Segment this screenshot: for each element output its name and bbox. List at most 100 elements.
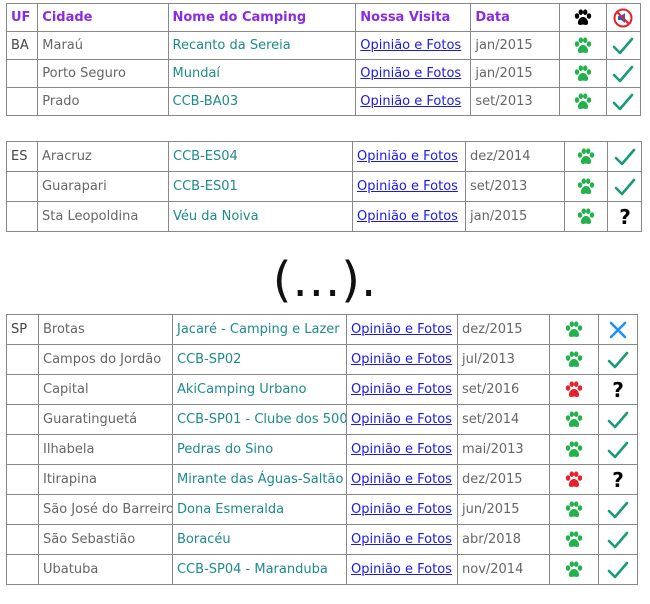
cross-icon [600, 320, 637, 340]
status-cell [598, 404, 638, 435]
opinion-photos-link[interactable]: Opinião e Fotos [351, 352, 452, 367]
header-cidade: Cidade [37, 3, 169, 32]
paw-icon [551, 380, 598, 399]
paw-cell [564, 201, 608, 232]
date-cell: jun/2015 [457, 494, 550, 525]
check-icon [600, 410, 637, 430]
uf-cell [6, 494, 39, 525]
camping-name-cell: Dona Esmeralda [172, 494, 347, 525]
check-icon [607, 92, 639, 112]
visit-cell: Opinião e Fotos [346, 344, 458, 375]
status-cell [607, 171, 642, 202]
opinion-photos-link[interactable]: Opinião e Fotos [360, 66, 461, 81]
visit-cell: Opinião e Fotos [346, 434, 458, 465]
header-uf: UF [5, 3, 39, 32]
camping-name-cell: Pedras do Sino [172, 434, 347, 465]
opinion-photos-link[interactable]: Opinião e Fotos [351, 412, 452, 427]
status-cell [598, 494, 638, 525]
table-row: Guarapari CCB-ES01 Opinião e Fotos set/2013 [6, 171, 642, 202]
paw-icon [566, 147, 607, 166]
uf-cell [6, 374, 39, 405]
table-row: Guaratinguetá CCB-SP01 - Clube dos 500 Opi… [6, 404, 638, 435]
table-row: São José do Barreiro Dona Esmeralda Opiniã… [6, 494, 638, 525]
visit-cell: Opinião e Fotos [352, 171, 466, 202]
no-sound-icon [613, 8, 633, 27]
table-row: Capital AkiCamping Urbano Opinião e Fotos s… [6, 374, 638, 405]
camping-name-cell: Boracéu [172, 524, 347, 555]
camping-name-cell: CCB-ES04 [168, 141, 353, 172]
opinion-photos-link[interactable]: Opinião e Fotos [351, 322, 452, 337]
uf-cell [6, 344, 39, 375]
date-cell: mai/2013 [457, 434, 550, 465]
camping-name-cell: Mundaí [167, 59, 357, 88]
camping-name-cell: CCB-ES01 [168, 171, 353, 202]
paw-cell [549, 464, 599, 495]
check-icon [600, 500, 637, 520]
paw-icon [566, 177, 607, 196]
opinion-photos-link[interactable]: Opinião e Fotos [360, 94, 461, 109]
visit-cell: Opinião e Fotos [346, 374, 458, 405]
check-icon [609, 177, 641, 197]
table-row: Prado CCB-BA03 Opinião e Fotos set/2013 [5, 87, 642, 116]
opinion-photos-link[interactable]: Opinião e Fotos [357, 209, 458, 224]
opinion-photos-link[interactable]: Opinião e Fotos [360, 38, 461, 53]
opinion-photos-link[interactable]: Opinião e Fotos [351, 562, 452, 577]
header-visita: Nossa Visita [355, 3, 472, 32]
camping-table-ba: UF Cidade Nome do Camping Nossa Visita D… [5, 3, 642, 116]
camping-name-cell: CCB-SP02 [172, 344, 347, 375]
opinion-photos-link[interactable]: Opinião e Fotos [351, 532, 452, 547]
opinion-photos-link[interactable]: Opinião e Fotos [351, 502, 452, 517]
opinion-photos-link[interactable]: Opinião e Fotos [351, 382, 452, 397]
uf-cell [5, 59, 39, 88]
paw-cell [559, 87, 607, 116]
city-cell: Ubatuba [38, 554, 173, 585]
camping-table-es: ES Aracruz CCB-ES04 Opinião e Fotos dez/2014… [6, 141, 642, 232]
check-icon [600, 350, 637, 370]
uf-cell [6, 434, 39, 465]
table-row: São Sebastião Boracéu Opinião e Fotos abr/2… [6, 524, 638, 555]
date-cell: set/2013 [470, 87, 561, 116]
paw-icon [551, 350, 598, 369]
table-row: SP Brotas Jacaré - Camping e Lazer Opinião … [6, 314, 638, 345]
question-icon: ? [600, 469, 637, 491]
date-cell: dez/2015 [457, 314, 550, 345]
city-cell: Maraú [37, 31, 169, 60]
visit-cell: Opinião e Fotos [346, 464, 458, 495]
header-nome: Nome do Camping [167, 3, 357, 32]
date-cell: dez/2014 [465, 141, 565, 172]
date-cell: set/2013 [465, 171, 565, 202]
date-cell: jan/2015 [470, 59, 561, 88]
paw-cell [559, 59, 607, 88]
paw-icon [551, 320, 598, 339]
city-cell: Guarapari [37, 171, 169, 202]
city-cell: Campos do Jordão [38, 344, 173, 375]
paw-cell [559, 31, 607, 60]
status-cell [598, 554, 638, 585]
status-cell: ? [607, 201, 642, 232]
date-cell: jan/2015 [465, 201, 565, 232]
question-icon: ? [600, 379, 637, 401]
paw-icon [561, 8, 605, 27]
opinion-photos-link[interactable]: Opinião e Fotos [351, 442, 452, 457]
city-cell: Ilhabela [38, 434, 173, 465]
date-cell: abr/2018 [457, 524, 550, 555]
visit-cell: Opinião e Fotos [352, 141, 466, 172]
uf-cell [6, 554, 39, 585]
city-cell: Sta Leopoldina [37, 201, 169, 232]
header-paw-cell [559, 3, 607, 32]
check-icon [600, 560, 637, 580]
status-cell [605, 87, 642, 116]
paw-cell [564, 141, 608, 172]
paw-icon [551, 560, 598, 579]
status-cell [607, 141, 642, 172]
opinion-photos-link[interactable]: Opinião e Fotos [351, 472, 452, 487]
table-row: Itirapina Mirante das Águas-Saltão Opinião… [6, 464, 638, 495]
paw-icon [551, 410, 598, 429]
uf-cell [6, 464, 39, 495]
opinion-photos-link[interactable]: Opinião e Fotos [357, 179, 458, 194]
table-row: Ubatuba CCB-SP04 - Maranduba Opinião e Fot… [6, 554, 638, 585]
camping-table-sp: SP Brotas Jacaré - Camping e Lazer Opinião … [6, 314, 638, 585]
opinion-photos-link[interactable]: Opinião e Fotos [357, 149, 458, 164]
table-row: Porto Seguro Mundaí Opinião e Fotos jan/201… [5, 59, 642, 88]
paw-icon [561, 92, 605, 111]
